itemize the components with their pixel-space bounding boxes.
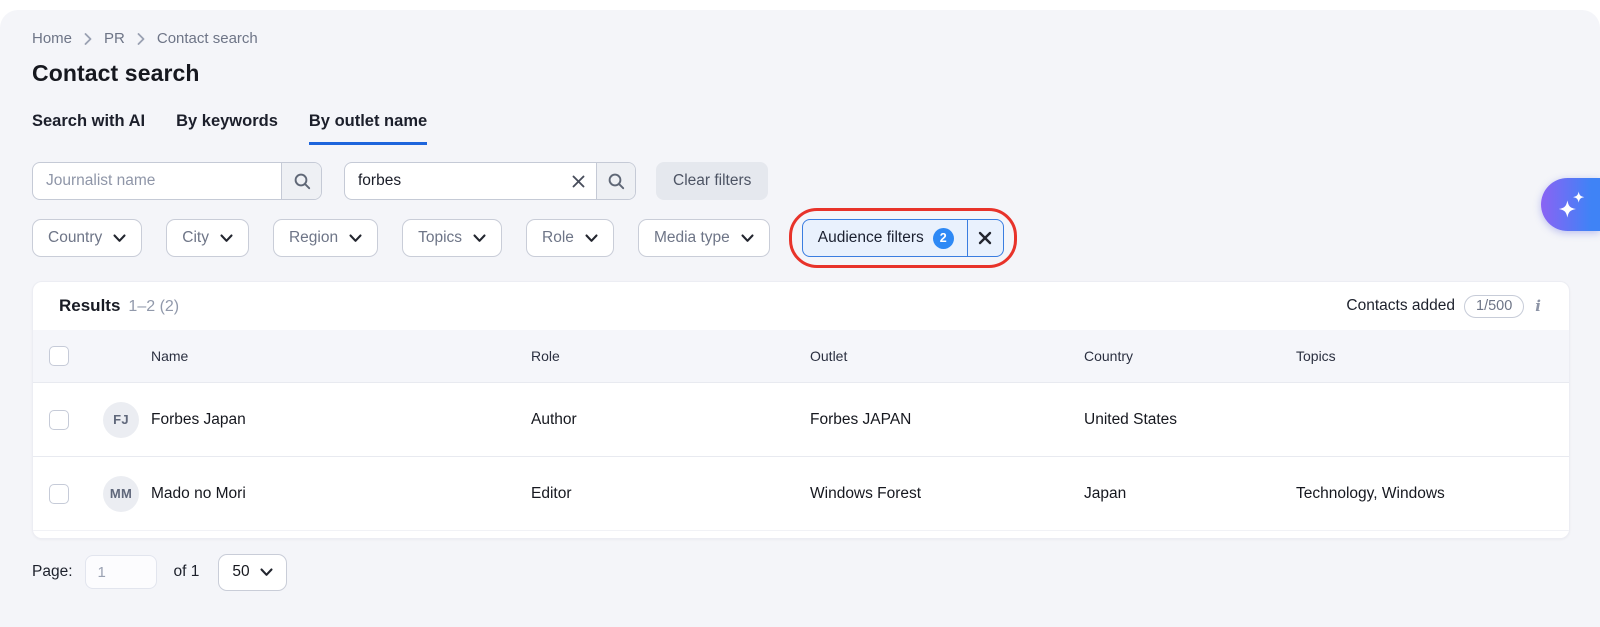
filter-media-type[interactable]: Media type <box>637 219 770 257</box>
page-size-select[interactable]: 50 <box>218 553 287 591</box>
contacts-added-count: 1/500 <box>1464 294 1525 318</box>
column-header-outlet: Outlet <box>810 348 848 364</box>
journalist-search-box <box>32 162 322 200</box>
contact-country: United States <box>1084 410 1178 428</box>
pagination: Page: of 1 50 <box>32 552 1570 592</box>
journalist-name-input[interactable] <box>33 163 282 199</box>
contacts-added-label: Contacts added <box>1346 297 1455 314</box>
chevron-down-icon <box>585 233 598 242</box>
filter-role[interactable]: Role <box>526 219 614 257</box>
chevron-down-icon <box>741 233 754 242</box>
contact-role: Author <box>531 410 577 428</box>
audience-filters-group: Audience filters 2 <box>788 208 1017 268</box>
contact-topics: Technology, Windows <box>1296 484 1445 502</box>
search-row: Clear filters <box>32 162 1570 200</box>
table-row[interactable]: MM Mado no Mori Editor Windows Forest Ja… <box>33 456 1569 530</box>
ai-assistant-button[interactable] <box>1541 178 1600 231</box>
table-header: Name Role Outlet Country Topics <box>33 330 1569 382</box>
results-card: Results 1–2 (2) Contacts added 1/500 i N… <box>32 281 1570 539</box>
filter-country[interactable]: Country <box>32 219 143 257</box>
column-header-country: Country <box>1084 348 1134 364</box>
column-header-name: Name <box>151 348 189 364</box>
filter-topics[interactable]: Topics <box>402 219 503 257</box>
page-size-value: 50 <box>232 563 250 580</box>
journalist-search-button[interactable] <box>281 163 321 199</box>
filter-region[interactable]: Region <box>272 219 379 257</box>
filter-city[interactable]: City <box>166 219 249 257</box>
page-title: Contact search <box>32 60 200 86</box>
remove-audience-filters-icon[interactable] <box>966 220 1003 256</box>
outlet-search-button[interactable] <box>596 163 635 199</box>
page-number-input[interactable] <box>84 555 157 589</box>
page-of-total: of 1 <box>173 563 200 580</box>
row-checkbox[interactable] <box>49 483 69 504</box>
filter-row: Country City Region Topics Role Media ty… <box>32 208 1570 268</box>
avatar: MM <box>103 475 139 512</box>
contact-name[interactable]: Forbes Japan <box>151 411 246 429</box>
table-row[interactable]: FJ Forbes Japan Author Forbes JAPAN Unit… <box>33 382 1569 456</box>
chevron-down-icon <box>349 233 362 242</box>
chevron-right-icon <box>84 32 92 45</box>
tab-by-keywords[interactable]: By keywords <box>176 112 278 145</box>
select-all-checkbox[interactable] <box>49 346 69 366</box>
outlet-search-box <box>344 162 636 200</box>
contact-role: Editor <box>531 484 572 502</box>
sparkles-icon <box>1558 191 1584 218</box>
outlet-name-input[interactable] <box>345 163 561 199</box>
chevron-down-icon <box>113 233 126 242</box>
results-header: Results 1–2 (2) Contacts added 1/500 i <box>33 282 1569 330</box>
search-icon <box>608 173 625 190</box>
chevron-down-icon <box>473 233 486 242</box>
breadcrumb-pr[interactable]: PR <box>104 30 125 47</box>
tab-by-outlet-name[interactable]: By outlet name <box>308 112 428 145</box>
breadcrumb-home[interactable]: Home <box>32 30 72 47</box>
contact-name[interactable]: Mado no Mori <box>151 485 246 503</box>
info-icon[interactable]: i <box>1533 297 1543 315</box>
breadcrumb-current: Contact search <box>156 30 258 47</box>
page-label: Page: <box>32 563 73 580</box>
column-header-role: Role <box>531 348 560 364</box>
clear-filters-button[interactable]: Clear filters <box>656 162 769 200</box>
avatar: FJ <box>103 401 139 438</box>
contact-outlet: Forbes JAPAN <box>810 410 912 428</box>
column-header-topics: Topics <box>1296 348 1336 364</box>
chevron-right-icon <box>137 32 145 45</box>
breadcrumb: Home PR Contact search <box>32 30 1570 47</box>
audience-filters-count-badge: 2 <box>932 227 954 249</box>
audience-filters-label: Audience filters <box>817 229 924 246</box>
clear-outlet-input-icon[interactable] <box>561 163 596 199</box>
card-bottom-padding <box>33 530 1569 538</box>
row-checkbox[interactable] <box>49 409 69 430</box>
contact-country: Japan <box>1084 484 1127 502</box>
search-mode-tabs: Search with AI By keywords By outlet nam… <box>32 112 1570 145</box>
chevron-down-icon <box>260 567 273 576</box>
results-range: 1–2 (2) <box>128 298 180 315</box>
contact-search-page: Home PR Contact search Contact search Se… <box>0 10 1600 627</box>
search-icon <box>294 173 310 190</box>
chevron-down-icon <box>220 233 233 242</box>
tab-search-with-ai[interactable]: Search with AI <box>32 112 145 145</box>
contact-outlet: Windows Forest <box>810 484 922 502</box>
results-title: Results <box>59 296 121 315</box>
audience-filters-button[interactable]: Audience filters 2 <box>801 219 1004 257</box>
